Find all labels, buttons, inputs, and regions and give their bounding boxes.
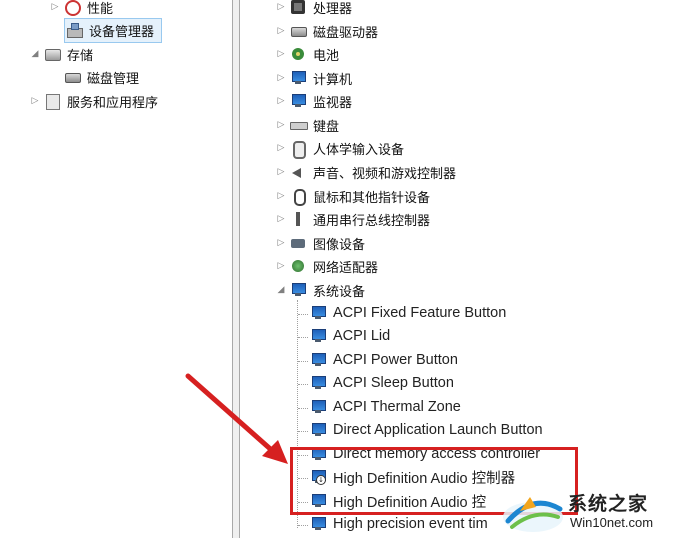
system-devices-icon — [290, 282, 306, 298]
imaging-icon — [290, 235, 306, 251]
expand-arrow-icon[interactable]: ▷ — [276, 72, 286, 84]
computer-icon — [290, 70, 306, 86]
device-manager-icon — [66, 22, 83, 38]
watermark-title: 系统之家 — [568, 493, 649, 515]
processor-icon — [290, 0, 306, 15]
device-label: ACPI Power Button — [333, 352, 458, 368]
device-label: High precision event tim — [333, 516, 488, 532]
expand-arrow-icon[interactable]: ▷ — [276, 119, 286, 131]
tree-item-device-manager[interactable]: 设备管理器 — [50, 17, 163, 43]
sound-icon — [290, 164, 306, 180]
expand-arrow-icon[interactable]: ▷ — [276, 25, 286, 37]
category-label: 图像设备 — [313, 237, 366, 253]
watermark-subtitle: Win10net.com — [570, 515, 654, 530]
system-device-icon — [310, 328, 326, 344]
system-device-icon — [310, 305, 326, 321]
category-label: 声音、视频和游戏控制器 — [313, 166, 457, 182]
category-processor[interactable]: ▷ 处理器 — [276, 0, 355, 18]
expand-arrow-icon[interactable]: ▷ — [276, 166, 286, 178]
device-item[interactable]: High precision event tim — [310, 513, 491, 535]
expand-arrow-icon[interactable]: ▷ — [276, 95, 286, 107]
tree-item-label: 性能 — [87, 1, 114, 17]
tree-item-disk-management[interactable]: 磁盘管理 — [50, 66, 142, 88]
category-label: 鼠标和其他指针设备 — [313, 190, 431, 206]
system-device-icon — [310, 352, 326, 368]
collapse-arrow-icon[interactable]: ◢ — [30, 48, 40, 60]
collapse-arrow-icon[interactable]: ◢ — [276, 284, 286, 296]
annotation-arrow-icon — [185, 373, 288, 464]
hid-icon — [290, 140, 306, 159]
category-hid[interactable]: ▷ 人体学输入设备 — [276, 137, 407, 159]
expand-arrow-icon[interactable]: ▷ — [276, 1, 286, 13]
device-label: ACPI Fixed Feature Button — [333, 305, 507, 321]
category-mice[interactable]: ▷ 鼠标和其他指针设备 — [276, 185, 433, 207]
expand-arrow-icon[interactable]: ▷ — [276, 260, 286, 272]
category-label: 键盘 — [313, 119, 340, 135]
expand-arrow-icon[interactable]: ▷ — [276, 142, 286, 154]
category-label: 计算机 — [313, 72, 353, 88]
category-monitors[interactable]: ▷ 监视器 — [276, 90, 355, 112]
disk-management-icon — [64, 69, 81, 85]
category-label: 电池 — [313, 48, 340, 64]
expand-arrow-icon[interactable]: ▷ — [276, 48, 286, 60]
expand-arrow-icon[interactable]: ▷ — [30, 95, 40, 107]
watermark-logo-icon — [503, 497, 563, 532]
device-label: ACPI Lid — [333, 328, 391, 344]
category-keyboards[interactable]: ▷ 键盘 — [276, 114, 342, 136]
category-imaging[interactable]: ▷ 图像设备 — [276, 232, 368, 254]
watermark: 系统之家 Win10net.com — [500, 485, 673, 538]
device-label: ACPI Sleep Button — [333, 375, 454, 391]
device-item[interactable]: ACPI Fixed Feature Button — [310, 302, 509, 324]
device-label: Direct Application Launch Button — [333, 422, 543, 438]
expand-arrow-icon[interactable]: ▷ — [276, 190, 286, 202]
device-item[interactable]: ACPI Lid — [310, 325, 393, 347]
keyboard-icon — [290, 117, 308, 133]
category-disk-drives[interactable]: ▷ 磁盘驱动器 — [276, 20, 381, 42]
device-item[interactable]: ACPI Power Button — [310, 349, 461, 371]
system-device-icon — [310, 399, 326, 415]
system-device-icon — [310, 422, 326, 438]
tree-item-label: 服务和应用程序 — [67, 95, 159, 111]
category-system-devices[interactable]: ◢ 系统设备 — [276, 279, 368, 301]
monitor-icon — [290, 93, 306, 109]
expand-arrow-icon[interactable]: ▷ — [50, 1, 60, 13]
usb-icon — [290, 211, 306, 227]
storage-icon — [44, 46, 61, 62]
tree-item-services[interactable]: ▷ 服务和应用程序 — [30, 90, 161, 112]
category-label: 系统设备 — [313, 284, 366, 300]
disk-drive-icon — [290, 23, 307, 39]
device-item[interactable]: ACPI Thermal Zone — [310, 396, 464, 418]
system-device-icon — [310, 375, 326, 391]
services-icon — [44, 93, 60, 110]
category-label: 网络适配器 — [313, 260, 379, 276]
category-batteries[interactable]: ▷ 电池 — [276, 43, 342, 65]
category-label: 磁盘驱动器 — [313, 25, 379, 41]
network-icon — [290, 258, 306, 274]
mouse-icon — [290, 188, 306, 206]
performance-icon — [64, 0, 81, 16]
category-computer[interactable]: ▷ 计算机 — [276, 67, 355, 89]
category-sound[interactable]: ▷ 声音、视频和游戏控制器 — [276, 161, 459, 183]
device-item[interactable]: ACPI Sleep Button — [310, 372, 457, 394]
tree-item-performance[interactable]: ▷ 性能 — [50, 0, 116, 18]
category-label: 监视器 — [313, 95, 353, 111]
category-label: 通用串行总线控制器 — [313, 213, 431, 229]
expand-arrow-icon[interactable]: ▷ — [276, 237, 286, 249]
tree-item-label: 磁盘管理 — [87, 71, 140, 87]
device-item[interactable]: Direct Application Launch Button — [310, 419, 546, 441]
tree-item-label: 存储 — [67, 48, 94, 64]
expand-arrow-icon[interactable]: ▷ — [276, 213, 286, 225]
category-label: 处理器 — [313, 1, 353, 17]
tree-item-label: 设备管理器 — [89, 24, 155, 40]
device-label: ACPI Thermal Zone — [333, 399, 461, 415]
system-device-icon — [310, 516, 326, 532]
category-usb[interactable]: ▷ 通用串行总线控制器 — [276, 208, 433, 230]
battery-icon — [290, 46, 306, 62]
tree-item-storage[interactable]: ◢ 存储 — [30, 43, 96, 65]
category-label: 人体学输入设备 — [313, 142, 405, 158]
category-network[interactable]: ▷ 网络适配器 — [276, 255, 381, 277]
selection-highlight: 设备管理器 — [64, 17, 163, 43]
